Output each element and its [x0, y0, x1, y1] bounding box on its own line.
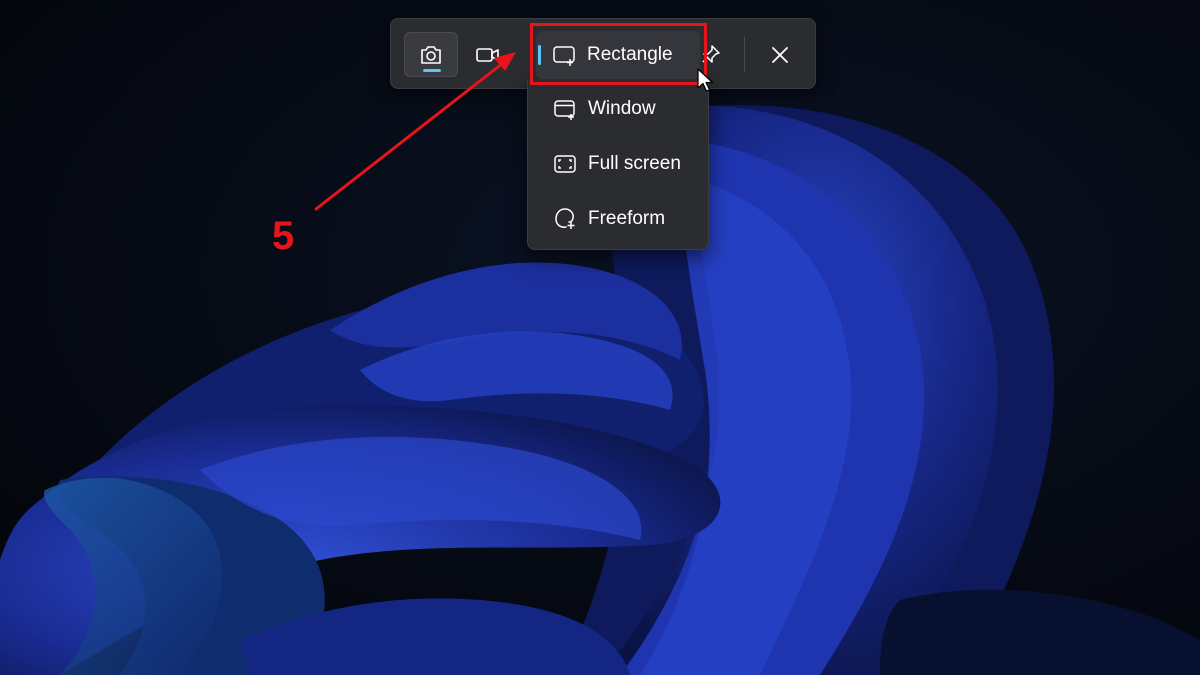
menu-item-label: Window	[588, 98, 656, 119]
menu-item-window[interactable]: Window	[537, 87, 701, 131]
close-button[interactable]	[753, 32, 807, 77]
menu-item-full-screen[interactable]: Full screen	[537, 142, 701, 186]
rectangle-snip-icon	[552, 44, 576, 66]
close-icon	[770, 45, 790, 65]
window-snip-icon	[553, 98, 577, 120]
video-mode-button[interactable]	[461, 32, 515, 77]
freeform-snip-icon	[553, 207, 577, 231]
camera-icon	[419, 44, 443, 66]
desktop: Window Full screen Freeform Rectangle 5	[0, 0, 1200, 675]
menu-item-label: Full screen	[588, 153, 681, 174]
menu-item-label: Freeform	[588, 208, 666, 229]
mode-button-label: Rectangle	[587, 44, 673, 65]
selection-indicator	[538, 45, 541, 65]
video-camera-icon	[475, 45, 501, 65]
snip-mode-menu: Window Full screen Freeform	[527, 79, 709, 250]
fullscreen-snip-icon	[553, 153, 577, 175]
menu-item-freeform[interactable]: Freeform	[537, 197, 701, 241]
pin-icon	[701, 44, 721, 66]
toolbar-divider	[744, 37, 745, 72]
annotation-step-number: 5	[272, 214, 295, 258]
active-mode-indicator	[423, 69, 441, 72]
screenshot-mode-button[interactable]	[404, 32, 458, 77]
snip-mode-dropdown[interactable]: Rectangle	[536, 31, 700, 79]
